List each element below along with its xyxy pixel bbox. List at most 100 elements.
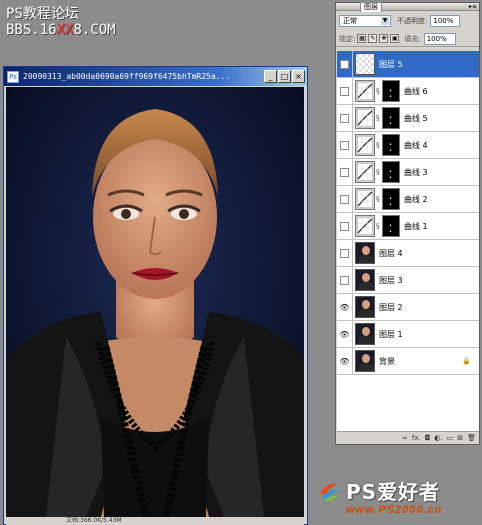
mask-icon[interactable]: ◘ <box>425 434 431 442</box>
watermark-site-mid: XX <box>56 22 74 38</box>
lock-all-icon[interactable]: ▣ <box>390 34 400 43</box>
layer-mask-thumbnail[interactable]: • • <box>382 80 400 102</box>
site-logo: PS爱好者 www.PS2000.cn <box>318 476 480 522</box>
layer-name: 曲线 1 <box>404 221 428 231</box>
photoshop-document-icon: Ps <box>7 70 19 83</box>
layer-name: 图层 5 <box>379 59 403 69</box>
layer-name: 曲线 2 <box>404 194 428 204</box>
maximize-button[interactable]: □ <box>278 70 291 83</box>
curves-adjustment-icon <box>355 134 375 156</box>
fill-field[interactable]: 100% <box>423 32 456 45</box>
layer-row[interactable]: 👁 图层 2 <box>337 294 479 321</box>
fill-label: 填充: <box>404 34 421 43</box>
visibility-toggle[interactable] <box>337 267 353 293</box>
forum-watermark: PS教程论坛 BBS.16 XX 8.COM <box>6 6 116 38</box>
palette-footer: ∞ fx. ◘ ◐. ▭ ⊞ 🗑 <box>337 431 479 444</box>
hidden-eye-box <box>340 248 349 258</box>
layer-name: 图层 3 <box>379 275 403 285</box>
layer-row[interactable]: 图层 5 <box>337 51 479 78</box>
opacity-label: 不透明度: <box>397 17 428 25</box>
link-icon[interactable]: ∞ <box>402 434 408 442</box>
layer-thumbnail <box>355 53 375 75</box>
layer-row[interactable]: 👁 图层 1 <box>337 321 479 348</box>
layer-mask-thumbnail[interactable]: • • <box>382 134 400 156</box>
hidden-eye-box <box>340 221 349 231</box>
chevron-down-icon: ▼ <box>381 17 389 25</box>
layer-mask-thumbnail[interactable]: • • <box>382 188 400 210</box>
photo-canvas[interactable] <box>6 87 304 517</box>
curves-adjustment-icon <box>355 215 375 237</box>
layer-thumbnail <box>355 242 375 264</box>
curves-adjustment-icon <box>355 80 375 102</box>
visibility-toggle[interactable]: 👁 <box>337 348 353 374</box>
opacity-field[interactable]: 100% <box>430 15 461 27</box>
layer-name: 曲线 4 <box>404 140 428 150</box>
blend-mode-select[interactable]: 正常 ▼ <box>339 15 391 27</box>
hidden-eye-box <box>340 275 349 285</box>
lock-label: 锁定: <box>339 34 356 43</box>
new-layer-icon[interactable]: ⊞ <box>457 434 463 442</box>
fx-icon[interactable]: fx. <box>412 434 421 442</box>
layer-name: 曲线 3 <box>404 167 428 177</box>
layer-row[interactable]: § • • 曲线 6 <box>337 78 479 105</box>
curves-adjustment-icon <box>355 188 375 210</box>
lock-fill-row: 锁定: ▦ ✎ ✥ ▣ 填充: 100% <box>336 31 479 47</box>
hidden-eye-box <box>340 167 349 177</box>
group-icon[interactable]: ▭ <box>447 434 454 442</box>
watermark-site: BBS.16 XX 8.COM <box>6 22 116 38</box>
lock-transparent-icon[interactable]: ▦ <box>357 34 367 43</box>
layer-thumbnail <box>355 323 375 345</box>
close-button[interactable]: × <box>292 70 305 83</box>
layer-mask-thumbnail[interactable]: • • <box>382 215 400 237</box>
lock-position-icon[interactable]: ✥ <box>379 34 389 43</box>
palette-menu-icon[interactable]: ▸≡ <box>469 3 477 10</box>
eye-icon: 👁 <box>339 302 350 312</box>
layer-thumbnail <box>355 350 375 372</box>
visibility-toggle[interactable] <box>337 240 353 266</box>
logo-url: www.PS2000.cn <box>346 504 443 516</box>
layer-row[interactable]: § • • 曲线 2 <box>337 186 479 213</box>
layer-row[interactable]: 图层 4 <box>337 240 479 267</box>
layer-row[interactable]: § • • 曲线 4 <box>337 132 479 159</box>
visibility-toggle[interactable]: 👁 <box>337 294 353 320</box>
visibility-toggle[interactable] <box>337 78 353 104</box>
visibility-toggle[interactable] <box>337 159 353 185</box>
layer-name: 图层 2 <box>379 302 403 312</box>
layer-mask-thumbnail[interactable]: • • <box>382 161 400 183</box>
lock-pixels-icon[interactable]: ✎ <box>368 34 378 43</box>
palette-header[interactable]: 图层 ▸≡ <box>336 2 479 12</box>
visibility-toggle[interactable] <box>337 186 353 212</box>
blend-mode-value: 正常 <box>343 17 357 25</box>
hidden-eye-box <box>340 140 349 150</box>
visibility-toggle[interactable] <box>337 51 353 77</box>
trash-icon[interactable]: 🗑 <box>467 434 476 442</box>
visibility-toggle[interactable]: 👁 <box>337 321 353 347</box>
layer-list[interactable]: 图层 5 § • • 曲线 6 § • • 曲线 5 § • • 曲线 4 § • • 曲线 3 § • •… <box>337 51 479 431</box>
layer-name: 图层 1 <box>379 329 403 339</box>
watermark-site-prefix: BBS.16 <box>6 22 57 38</box>
hidden-eye-box <box>340 113 349 123</box>
layer-row[interactable]: 图层 3 <box>337 267 479 294</box>
tab-layers[interactable]: 图层 <box>360 2 382 12</box>
visibility-toggle[interactable] <box>337 105 353 131</box>
portrait-photo <box>6 87 304 517</box>
layer-row[interactable]: § • • 曲线 5 <box>337 105 479 132</box>
curves-adjustment-icon <box>355 107 375 129</box>
adjustment-icon[interactable]: ◐. <box>434 434 442 442</box>
layer-mask-thumbnail[interactable]: • • <box>382 107 400 129</box>
layer-row[interactable]: § • • 曲线 3 <box>337 159 479 186</box>
logo-mark-icon <box>320 483 341 501</box>
layer-name: 曲线 6 <box>404 86 428 96</box>
visibility-toggle[interactable] <box>337 213 353 239</box>
layers-palette[interactable]: 图层 ▸≡ 正常 ▼ 不透明度: 100% 锁定: ▦ ✎ ✥ ▣ 填充: 10… <box>335 2 480 445</box>
layer-row[interactable]: § • • 曲线 1 <box>337 213 479 240</box>
layer-thumbnail <box>355 296 375 318</box>
eye-icon: 👁 <box>339 356 350 366</box>
image-document-window[interactable]: Ps 20090313_ab00da0690a69ff969f6475bhTmR… <box>3 66 308 525</box>
lock-icon: 🔒 <box>462 357 471 365</box>
visibility-toggle[interactable] <box>337 132 353 158</box>
blend-opacity-row: 正常 ▼ 不透明度: 100% <box>336 11 479 31</box>
document-title-bar[interactable]: Ps 20090313_ab00da0690a69ff969f6475bhTmR… <box>4 67 307 86</box>
layer-row[interactable]: 👁 背景 🔒 <box>337 348 479 375</box>
minimize-button[interactable]: _ <box>264 70 277 83</box>
